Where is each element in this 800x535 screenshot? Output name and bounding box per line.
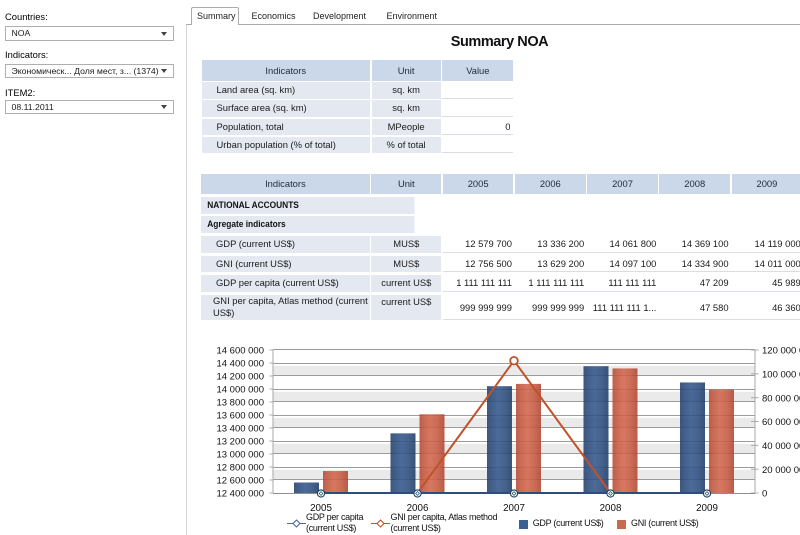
svg-text:14 200 000: 14 200 000 xyxy=(216,372,264,383)
svg-text:12 400 000: 12 400 000 xyxy=(216,489,264,500)
svg-text:13 400 000: 13 400 000 xyxy=(216,424,264,435)
svg-text:0: 0 xyxy=(762,489,767,500)
svg-text:60 000 000: 60 000 000 xyxy=(762,417,800,428)
svg-text:20 000 000: 20 000 000 xyxy=(762,465,800,476)
svg-text:13 000 000: 13 000 000 xyxy=(216,450,264,461)
svg-text:13 600 000: 13 600 000 xyxy=(216,411,264,422)
svg-text:2008: 2008 xyxy=(600,503,622,514)
svg-text:13 800 000: 13 800 000 xyxy=(216,398,264,409)
svg-text:12 600 000: 12 600 000 xyxy=(216,476,264,487)
svg-text:14 400 000: 14 400 000 xyxy=(216,359,264,370)
svg-text:2009: 2009 xyxy=(696,503,718,514)
svg-text:100 000 000: 100 000 000 xyxy=(762,369,800,380)
svg-text:120 000 000: 120 000 000 xyxy=(762,346,800,357)
svg-text:14 000 000: 14 000 000 xyxy=(216,385,264,396)
svg-text:40 000 000: 40 000 000 xyxy=(762,441,800,452)
svg-text:2007: 2007 xyxy=(503,503,525,514)
svg-text:14 600 000: 14 600 000 xyxy=(216,346,264,357)
svg-text:13 200 000: 13 200 000 xyxy=(216,437,264,448)
svg-text:12 800 000: 12 800 000 xyxy=(216,463,264,474)
svg-text:80 000 000: 80 000 000 xyxy=(762,393,800,404)
